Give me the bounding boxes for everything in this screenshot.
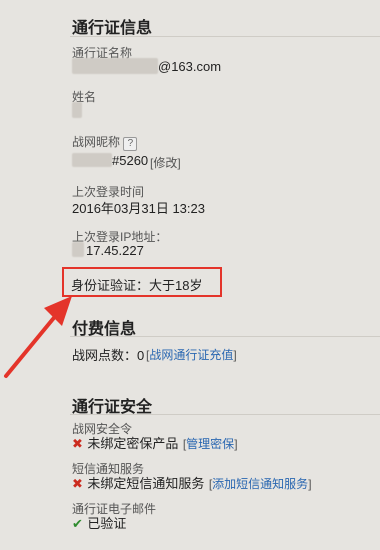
check-icon: ✔ (72, 516, 83, 531)
x-icon: ✖ (72, 436, 83, 451)
email-row: ✔ 已验证 (72, 513, 126, 533)
token-status: 未绑定密保产品 (87, 436, 179, 451)
add-sms-link[interactable]: 添加短信通知服务 (212, 477, 308, 491)
x-icon: ✖ (72, 476, 83, 491)
recharge-link[interactable]: 战网通行证充值 (149, 348, 233, 362)
manage-token-link[interactable]: 管理密保 (186, 437, 234, 451)
sms-link-wrapper: [添加短信通知服务] (208, 477, 312, 491)
points-text: 战网点数：0 (72, 348, 145, 363)
divider (70, 414, 380, 415)
divider (70, 336, 380, 337)
email-status: 已验证 (87, 516, 127, 531)
token-row: ✖ 未绑定密保产品 [管理密保] (72, 433, 238, 453)
sms-row: ✖ 未绑定短信通知服务 [添加短信通知服务] (72, 473, 312, 493)
annotation-arrow (4, 296, 72, 378)
sms-status: 未绑定短信通知服务 (87, 476, 205, 491)
recharge-link-wrapper: [战网通行证充值] (146, 348, 237, 362)
token-link-wrapper: [管理密保] (182, 437, 238, 451)
